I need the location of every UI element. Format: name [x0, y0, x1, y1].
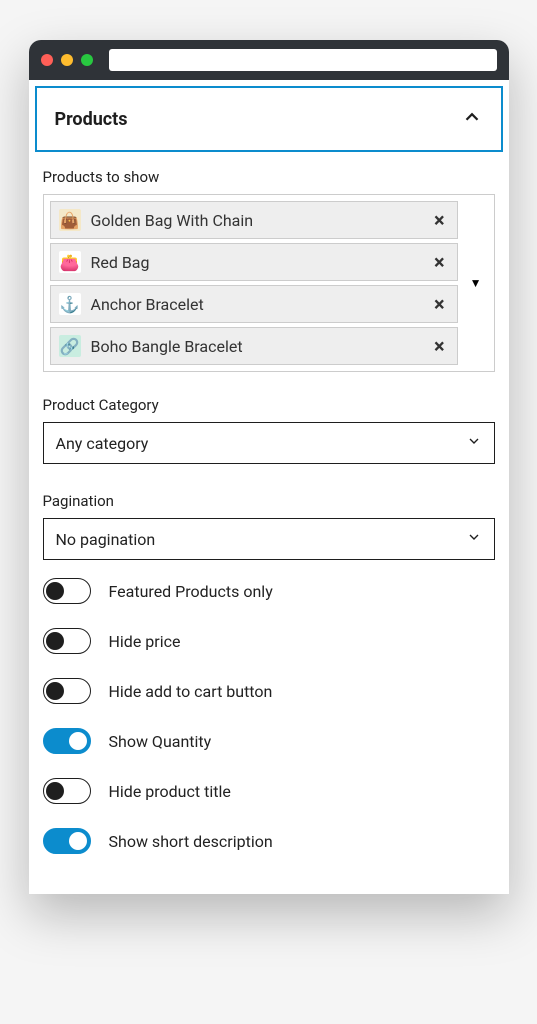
product-thumb-icon: 👛 — [59, 251, 81, 273]
toggle-hide-title[interactable] — [43, 778, 91, 804]
toggle-label: Featured Products only — [109, 582, 273, 601]
chevron-down-icon — [466, 529, 482, 549]
product-thumb-icon: ⚓ — [59, 293, 81, 315]
category-select[interactable]: Any category — [43, 422, 495, 464]
traffic-lights — [41, 54, 93, 66]
toggle-show-short-desc[interactable] — [43, 828, 91, 854]
toggle-label: Show short description — [109, 832, 273, 851]
pagination-label: Pagination — [43, 492, 495, 510]
toggle-row-show-quantity: Show Quantity — [43, 728, 495, 754]
product-chip: 🔗 Boho Bangle Bracelet × — [50, 327, 458, 365]
toggle-row-hide-add-to-cart: Hide add to cart button — [43, 678, 495, 704]
toggle-row-hide-title: Hide product title — [43, 778, 495, 804]
products-list: 👜 Golden Bag With Chain × 👛 Red Bag × ⚓ Anchor … — [50, 201, 458, 365]
pagination-select[interactable]: No pagination — [43, 518, 495, 560]
window-minimize-icon[interactable] — [61, 54, 73, 66]
dropdown-arrow-icon[interactable]: ▼ — [464, 276, 488, 290]
chevron-up-icon — [461, 106, 483, 132]
window-close-icon[interactable] — [41, 54, 53, 66]
toggle-label: Hide product title — [109, 782, 231, 801]
product-chip: 👛 Red Bag × — [50, 243, 458, 281]
toggle-featured[interactable] — [43, 578, 91, 604]
toggle-hide-price[interactable] — [43, 628, 91, 654]
toggle-row-featured: Featured Products only — [43, 578, 495, 604]
product-chip: ⚓ Anchor Bracelet × — [50, 285, 458, 323]
toggle-hide-add-to-cart[interactable] — [43, 678, 91, 704]
category-section: Product Category Any category — [29, 386, 509, 464]
remove-icon[interactable]: × — [430, 334, 449, 358]
product-name: Red Bag — [91, 253, 420, 272]
panel-content: Products Products to show 👜 Golden Bag Wi… — [29, 86, 509, 894]
toggle-label: Hide add to cart button — [109, 682, 273, 701]
toggle-row-show-short-desc: Show short description — [43, 828, 495, 854]
remove-icon[interactable]: × — [430, 250, 449, 274]
toggle-label: Show Quantity — [109, 732, 212, 751]
products-multiselect[interactable]: 👜 Golden Bag With Chain × 👛 Red Bag × ⚓ Anchor … — [43, 194, 495, 372]
toggle-row-hide-price: Hide price — [43, 628, 495, 654]
category-value: Any category — [56, 434, 149, 453]
toggle-label: Hide price — [109, 632, 181, 651]
product-chip: 👜 Golden Bag With Chain × — [50, 201, 458, 239]
pagination-section: Pagination No pagination — [29, 482, 509, 560]
titlebar — [29, 40, 509, 80]
pagination-value: No pagination — [56, 530, 156, 549]
remove-icon[interactable]: × — [430, 208, 449, 232]
products-to-show-label: Products to show — [43, 168, 495, 186]
toggle-show-quantity[interactable] — [43, 728, 91, 754]
products-to-show-section: Products to show 👜 Golden Bag With Chain ×… — [29, 158, 509, 372]
toggles-section: Featured Products only Hide price Hide add… — [29, 560, 509, 894]
product-name: Anchor Bracelet — [91, 295, 420, 314]
product-name: Boho Bangle Bracelet — [91, 337, 420, 356]
app-window: Products Products to show 👜 Golden Bag Wi… — [29, 40, 509, 894]
product-name: Golden Bag With Chain — [91, 211, 420, 230]
window-maximize-icon[interactable] — [81, 54, 93, 66]
remove-icon[interactable]: × — [430, 292, 449, 316]
panel-header[interactable]: Products — [35, 86, 503, 152]
chevron-down-icon — [466, 433, 482, 453]
panel-title: Products — [55, 109, 128, 130]
product-thumb-icon: 🔗 — [59, 335, 81, 357]
url-bar[interactable] — [109, 49, 497, 71]
category-label: Product Category — [43, 396, 495, 414]
product-thumb-icon: 👜 — [59, 209, 81, 231]
